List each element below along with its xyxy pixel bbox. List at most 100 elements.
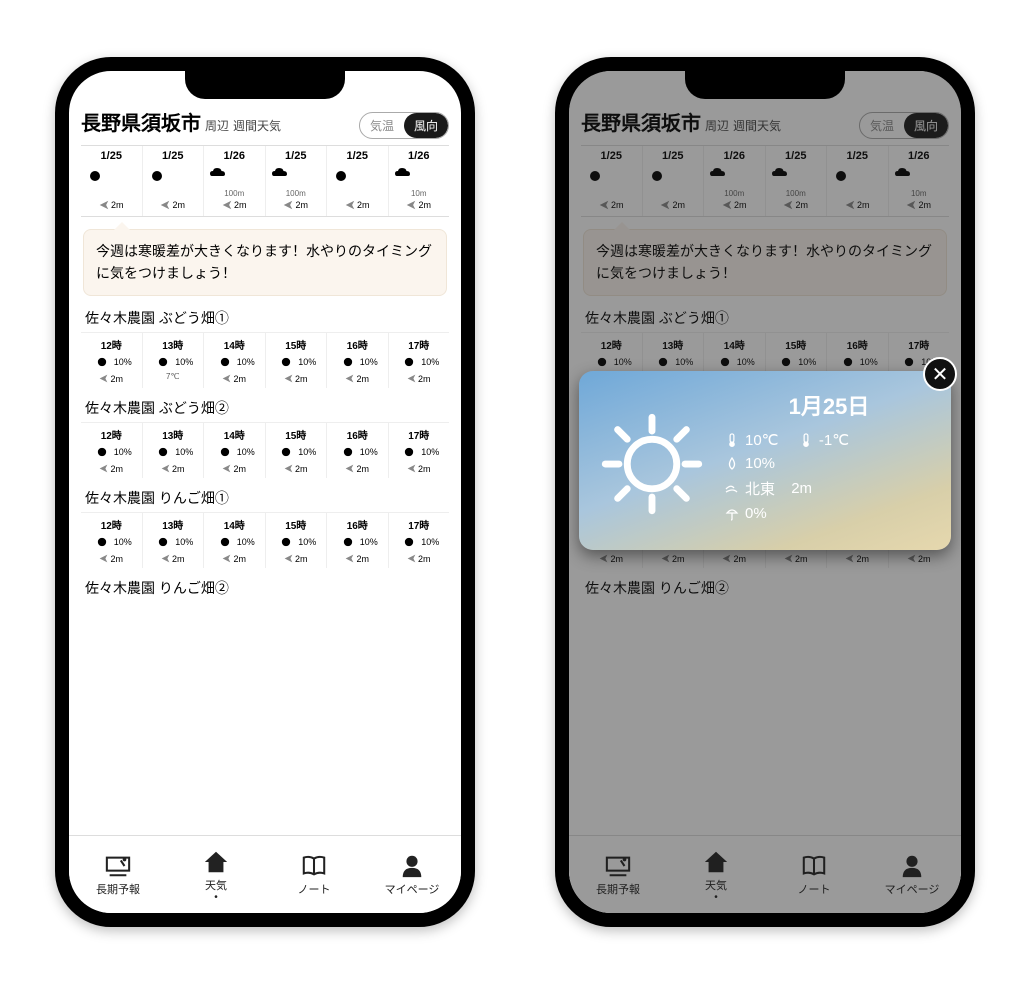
hour-cell[interactable]: 17時 10% 2m [389, 423, 450, 478]
wind-dir: 北東 [745, 478, 775, 499]
sun-icon [91, 442, 113, 462]
sun-icon [152, 532, 174, 552]
hour-extra: 7℃ [143, 372, 204, 381]
day-cell[interactable]: 1/26 100m 2m [204, 146, 266, 216]
day-cell[interactable]: 1/25 2m [81, 146, 143, 216]
wind-arrow-icon [345, 200, 355, 210]
day-wind: 2m [389, 200, 450, 210]
hour-time: 13時 [143, 517, 204, 532]
rain-value: 0% [745, 505, 767, 522]
sun-icon [275, 442, 297, 462]
hour-time: 14時 [204, 337, 265, 352]
hour-time: 12時 [81, 337, 142, 352]
tab-note[interactable]: ノート [265, 836, 363, 913]
close-button[interactable]: ✕ [923, 357, 957, 391]
day-distance [143, 189, 204, 198]
location-suffix: 周辺 [205, 117, 229, 134]
day-wind: 2m [266, 200, 327, 210]
hour-cell[interactable]: 14時 10% 2m [204, 513, 266, 568]
day-distance [327, 189, 388, 198]
hour-cell[interactable]: 13時 10% 2m [143, 513, 205, 568]
hour-cell[interactable]: 14時 10% 2m [204, 333, 266, 388]
rain-icon [389, 164, 417, 188]
sun-icon [152, 352, 174, 372]
hour-cell[interactable]: 15時 10% 2m [266, 333, 328, 388]
hour-cell[interactable]: 16時 10% 2m [327, 513, 389, 568]
hour-pct: 10% [360, 447, 378, 457]
day-cell[interactable]: 1/25 2m [327, 146, 389, 216]
farm-title: 佐々木農園 りんご畑② [85, 578, 445, 598]
tab-label: 天気 [205, 877, 227, 893]
hour-cell[interactable]: 12時 10% 2m [81, 423, 143, 478]
metric-toggle[interactable]: 気温 風向 [359, 112, 449, 139]
wind-arrow-icon [284, 464, 293, 473]
hour-cell[interactable]: 12時 10% 2m [81, 513, 143, 568]
farm-block: 佐々木農園 ぶどう畑① 12時 10% 2m 13時 10% 7℃ 14時 10… [81, 308, 449, 388]
temp-low: -1℃ [819, 431, 849, 449]
day-cell[interactable]: 1/25 2m [143, 146, 205, 216]
hour-pct: 10% [237, 357, 255, 367]
thermometer-icon [799, 433, 813, 447]
hour-cell[interactable]: 15時 10% 2m [266, 423, 328, 478]
user-icon [397, 853, 427, 879]
sun-icon [327, 164, 355, 188]
day-distance: 100m [266, 189, 327, 198]
hour-cell[interactable]: 16時 10% 2m [327, 423, 389, 478]
sun-icon [597, 409, 707, 519]
day-distance: 10m [389, 189, 450, 198]
hour-cell[interactable]: 13時 10% 2m [143, 423, 205, 478]
hour-cell[interactable]: 12時 10% 2m [81, 333, 143, 388]
hour-cell[interactable]: 14時 10% 2m [204, 423, 266, 478]
note-icon [299, 853, 329, 879]
toggle-wind[interactable]: 風向 [404, 113, 448, 138]
farm-block: 佐々木農園 りんご畑② [81, 578, 449, 598]
sun-icon [275, 352, 297, 372]
location-name: 長野県須坂市 [81, 107, 201, 136]
hour-time: 17時 [389, 337, 450, 352]
sun-icon [91, 532, 113, 552]
week-forecast-row: 1/25 2m 1/25 2m 1/26 100m 2m 1/25 100m 2… [81, 145, 449, 217]
day-date: 1/26 [389, 150, 450, 162]
advice-tip: 今週は寒暖差が大きくなります！水やりのタイミングに気をつけましょう！ [83, 229, 447, 296]
sun-icon [398, 352, 420, 372]
notch [685, 71, 845, 99]
hour-pct: 10% [175, 447, 193, 457]
wind-arrow-icon [99, 464, 108, 473]
farm-title: 佐々木農園 ぶどう畑② [85, 398, 445, 418]
toggle-temp[interactable]: 気温 [360, 113, 404, 138]
hour-wind: 2m [204, 464, 265, 474]
wind-arrow-icon [283, 200, 293, 210]
day-date: 1/25 [327, 150, 388, 162]
hour-pct: 10% [298, 447, 316, 457]
hour-wind: 2m [266, 374, 327, 384]
hour-cell[interactable]: 17時 10% 2m [389, 333, 450, 388]
hour-cell[interactable]: 13時 10% 7℃ [143, 333, 205, 388]
hour-time: 13時 [143, 427, 204, 442]
tab-mypage[interactable]: マイページ [363, 836, 461, 913]
hour-cell[interactable]: 16時 10% 2m [327, 333, 389, 388]
sun-icon [152, 442, 174, 462]
day-cell[interactable]: 1/25 100m 2m [266, 146, 328, 216]
detail-wind: 北東 2m [725, 478, 933, 499]
sun-icon [275, 532, 297, 552]
tab-weather[interactable]: 天気 [167, 836, 265, 913]
wind-speed: 2m [791, 480, 812, 497]
tab-long-forecast[interactable]: 長期予報 [69, 836, 167, 913]
hour-cell[interactable]: 15時 10% 2m [266, 513, 328, 568]
board-icon [103, 853, 133, 879]
detail-date: 1月25日 [725, 389, 933, 421]
close-icon: ✕ [932, 362, 949, 387]
hour-cell[interactable]: 17時 10% 2m [389, 513, 450, 568]
hour-wind: 2m [327, 554, 388, 564]
wind-icon [725, 482, 739, 496]
day-distance: 100m [204, 189, 265, 198]
day-cell[interactable]: 1/26 10m 2m [389, 146, 450, 216]
hour-wind: 2m [389, 554, 450, 564]
wind-arrow-icon [99, 374, 108, 383]
hour-wind: 2m [327, 464, 388, 474]
hour-pct: 10% [114, 357, 132, 367]
sun-icon [398, 442, 420, 462]
header-subtitle: 週間天気 [233, 117, 281, 134]
sun-icon [337, 532, 359, 552]
tab-label: ノート [298, 881, 331, 897]
